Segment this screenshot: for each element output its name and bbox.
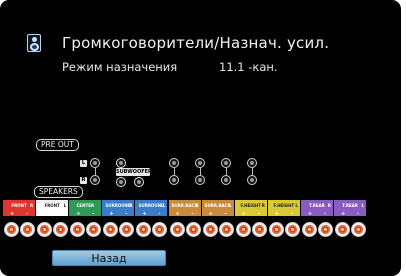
speaker-channel-side: L — [63, 203, 67, 208]
speaker-channel: F.HEIGHT R + - — [234, 200, 267, 217]
speaker-terminal — [37, 222, 53, 237]
speaker-terminal — [351, 222, 366, 237]
subwoofer-label: SUBWOOFER — [116, 168, 152, 176]
speaker-channel-side: L — [295, 203, 298, 208]
speaker-channel-side: R — [30, 203, 34, 208]
speaker-terminal — [86, 222, 102, 237]
terminal-minus-label: - — [357, 211, 360, 217]
speaker-channel-side: L — [361, 203, 365, 208]
speaker-terminal — [301, 222, 317, 237]
back-button[interactable]: Назад — [52, 250, 166, 266]
terminal-plus-label: + — [175, 211, 180, 217]
speaker-channel-side: R — [327, 203, 331, 208]
speaker-channel: FRONT R + - — [3, 200, 36, 217]
terminal-plus-label: + — [274, 211, 279, 217]
terminal-plus-label: + — [142, 211, 147, 217]
speaker-terminal — [317, 222, 333, 237]
pre-out-jack — [247, 158, 257, 168]
terminal-plus-label: + — [341, 211, 346, 217]
speaker-channel: F.HEIGHT L + - — [267, 200, 300, 217]
speaker-channel: SURR.BACK R + - — [168, 200, 201, 217]
speaker-icon — [27, 34, 41, 52]
speaker-channel-side: L — [162, 203, 166, 208]
pre-out-jack — [169, 175, 179, 185]
subwoofer-jack — [116, 177, 126, 187]
speaker-terminal — [136, 222, 152, 237]
terminal-minus-label: - — [290, 211, 293, 217]
pre-out-jack — [169, 158, 179, 168]
terminal-minus-label: - — [323, 211, 326, 217]
speaker-channel: T.REAR L + - — [334, 200, 367, 217]
speaker-channel-side: R — [261, 203, 265, 208]
speaker-channel: SURR.BACK L + - — [201, 200, 234, 217]
speaker-channel: T.REAR R + - — [300, 200, 333, 217]
amp-assign-screen: Громкоговорители/Назнач. усил. Режим наз… — [0, 0, 401, 276]
speaker-channel-label: CENTER — [76, 203, 95, 208]
pre-out-jack — [247, 175, 257, 185]
pre-out-left-marker: L — [80, 160, 87, 167]
speaker-terminal — [335, 222, 350, 237]
speaker-terminal — [152, 222, 168, 237]
speaker-channel: CENTER + - — [69, 200, 102, 217]
speaker-channel-side: R — [195, 203, 199, 208]
pre-out-jack — [221, 158, 231, 168]
terminal-minus-label: - — [224, 211, 227, 217]
assign-mode-value[interactable]: 11.1 -кан. — [219, 60, 278, 74]
pre-out-jack — [90, 158, 100, 168]
speaker-terminal — [218, 222, 234, 237]
speaker-terminal — [202, 222, 218, 237]
speaker-channel-side: R — [129, 203, 133, 208]
terminal-minus-label: - — [191, 211, 194, 217]
speaker-terminal — [284, 222, 300, 237]
terminal-plus-label: + — [241, 211, 246, 217]
terminal-minus-label: - — [92, 211, 95, 217]
terminal-minus-label: - — [125, 211, 128, 217]
terminal-plus-label: + — [208, 211, 213, 217]
speaker-channel: FRONT L + - — [36, 200, 69, 217]
speaker-terminal — [185, 222, 201, 237]
assign-mode-label: Режим назначения — [62, 60, 178, 74]
pre-out-right-marker: R — [80, 177, 87, 184]
pre-out-label: PRE OUT — [36, 139, 79, 151]
terminal-plus-label: + — [307, 211, 313, 217]
speaker-terminal — [20, 222, 35, 237]
pre-out-jack — [221, 175, 231, 185]
speaker-terminal — [4, 222, 19, 237]
speaker-terminal — [53, 222, 69, 237]
speaker-terminal — [251, 222, 267, 237]
terminal-plus-label: + — [109, 211, 114, 217]
speaker-channel-strip: FRONT R + - FRONT L + - CENTER + - SURROUND R + - SURRO… — [0, 200, 401, 217]
speaker-terminal — [119, 222, 135, 237]
terminal-plus-label: + — [76, 211, 81, 217]
speaker-terminal — [268, 222, 284, 237]
speakers-label: SPEAKERS — [34, 186, 83, 198]
speaker-terminal — [70, 222, 86, 237]
terminal-minus-label: - — [26, 211, 29, 217]
speaker-channel-side: L — [229, 203, 232, 208]
speaker-terminal — [169, 222, 185, 237]
terminal-plus-label: + — [10, 211, 15, 217]
terminal-plus-label: + — [43, 211, 48, 217]
pre-out-jack — [195, 158, 205, 168]
pre-out-jack — [195, 175, 205, 185]
speaker-terminal — [103, 222, 119, 237]
terminal-minus-label: - — [257, 211, 260, 217]
page-title: Громкоговорители/Назнач. усил. — [62, 34, 330, 52]
speaker-channel: SURROUND L + - — [135, 200, 168, 217]
speaker-channel: SURROUND R + - — [102, 200, 135, 217]
subwoofer-jack — [116, 158, 126, 168]
terminal-minus-label: - — [158, 211, 161, 217]
subwoofer-jack — [134, 177, 144, 187]
speaker-terminal — [235, 222, 251, 237]
terminal-minus-label: - — [59, 211, 62, 217]
pre-out-jack — [90, 175, 100, 185]
